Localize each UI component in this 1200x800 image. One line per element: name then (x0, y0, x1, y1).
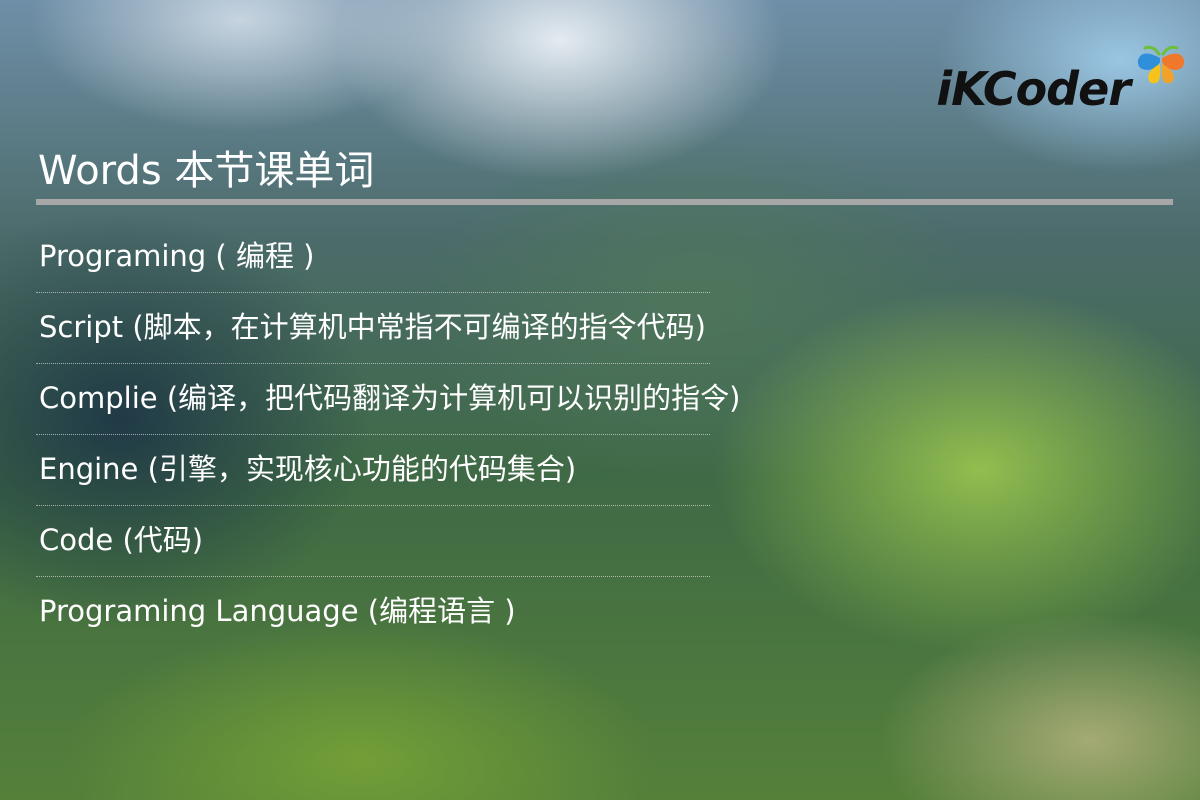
list-item: Engine (引擎，实现核心功能的代码集合) (36, 435, 710, 506)
ikcoder-logo-text: iKCoder (936, 62, 1131, 116)
list-item: Programing ( 编程 ) (36, 222, 710, 293)
word-text: Programing ( 编程 ) (39, 239, 315, 273)
word-text: Programing Language (编程语言 ) (39, 594, 516, 628)
word-text: Script (脚本，在计算机中常指不可编译的指令代码) (39, 310, 706, 344)
word-text: Code (代码) (39, 523, 204, 557)
page-title: Words 本节课单词 (38, 148, 375, 194)
word-list: Programing ( 编程 ) Script (脚本，在计算机中常指不可编译… (36, 222, 796, 648)
word-text: Engine (引擎，实现核心功能的代码集合) (39, 452, 577, 486)
word-text: Complie (编译，把代码翻译为计算机可以识别的指令) (39, 381, 741, 415)
list-item: Code (代码) (36, 506, 710, 577)
list-item: Programing Language (编程语言 ) (36, 577, 710, 648)
list-item: Script (脚本，在计算机中常指不可编译的指令代码) (36, 293, 710, 364)
list-item: Complie (编译，把代码翻译为计算机可以识别的指令) (36, 364, 740, 435)
title-divider (36, 199, 1173, 205)
butterfly-icon (1137, 45, 1185, 84)
